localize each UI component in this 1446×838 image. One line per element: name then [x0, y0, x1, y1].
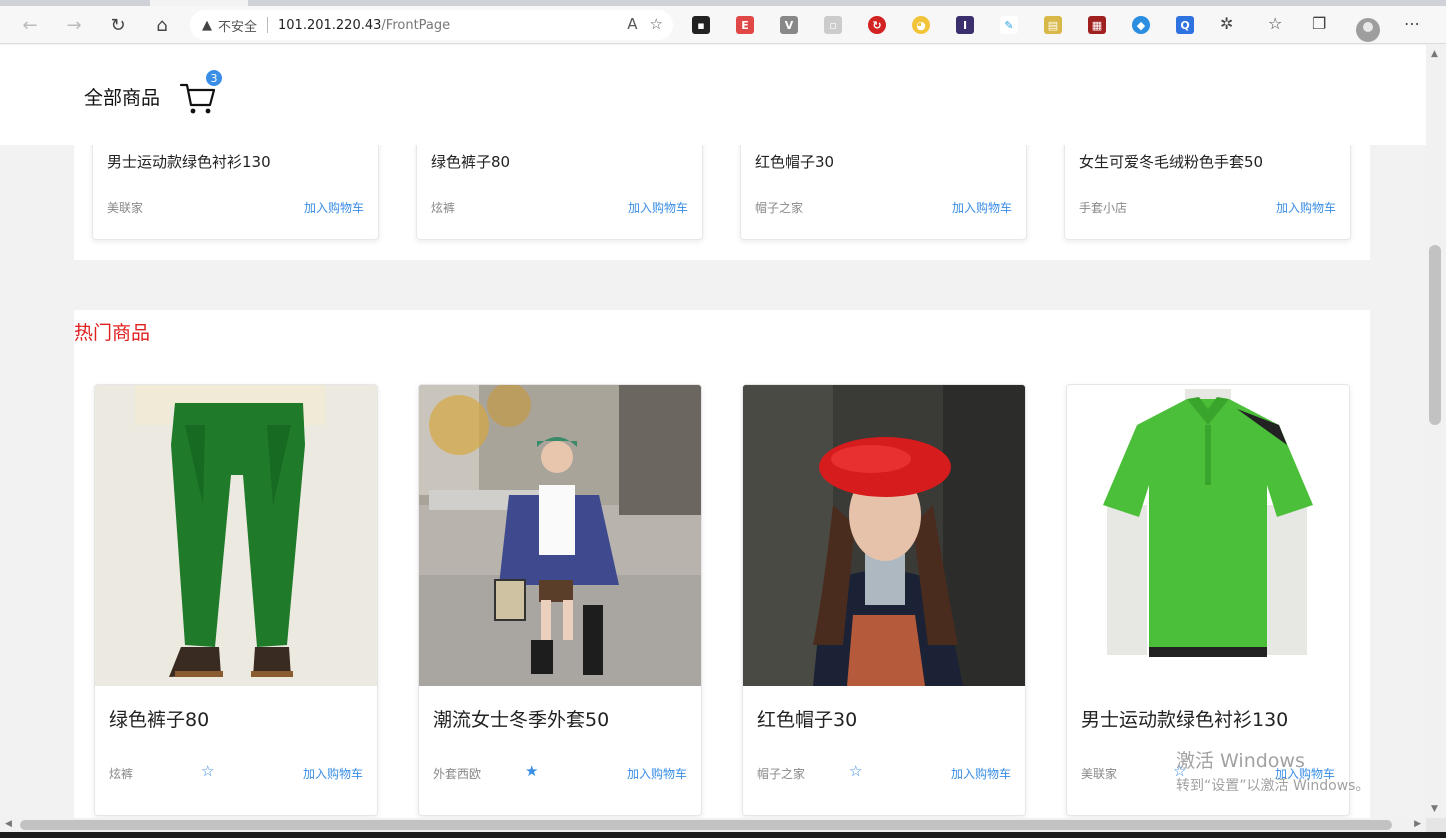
all-products-link[interactable]: 全部商品 [84, 83, 160, 110]
profile-avatar[interactable] [1356, 18, 1380, 42]
product-name[interactable]: 潮流女士冬季外套50 [433, 705, 609, 732]
add-to-cart-link[interactable]: 加入购物车 [1276, 199, 1336, 216]
extension-icon[interactable]: ✎ [1000, 16, 1018, 34]
product-image[interactable] [95, 385, 377, 686]
cart-count-badge: 3 [205, 69, 223, 87]
read-aloud-icon[interactable]: A [627, 15, 637, 33]
page-viewport: 男士运动款绿色衬衫130 美联家 加入购物车 绿色裤子80 炫裤 加入购物车 红… [0, 45, 1426, 818]
shop-name: 手套小店 [1079, 201, 1128, 215]
product-name[interactable]: 红色帽子30 [755, 151, 834, 172]
hot-product-card[interactable]: 潮流女士冬季外套50 外套西欧 ★ 加入购物车 [418, 384, 702, 816]
taskbar-edge [0, 832, 1446, 838]
address-bar[interactable]: ▲ 不安全 101.201.220.43/FrontPage A ☆ [190, 10, 673, 40]
scroll-up-icon[interactable]: ▲ [1431, 49, 1438, 59]
favorite-add-icon[interactable]: ☆ [650, 15, 663, 33]
warning-icon: ▲ [202, 17, 212, 33]
shop-name: 炫裤 [431, 201, 456, 215]
scroll-right-icon[interactable]: ▶ [1414, 819, 1421, 829]
extension-icon[interactable]: ↻ [868, 16, 886, 34]
shop-name: 美联家 [1081, 767, 1118, 781]
product-name[interactable]: 绿色裤子80 [109, 705, 209, 732]
favorite-star-icon[interactable]: ☆ [201, 762, 214, 780]
vertical-scroll-thumb[interactable] [1429, 245, 1441, 425]
product-name[interactable]: 女生可爱冬毛绒粉色手套50 [1079, 151, 1263, 172]
extension-icon[interactable]: ▪ [692, 16, 710, 34]
extension-icon[interactable]: ◆ [1132, 16, 1150, 34]
extension-icon[interactable]: V [780, 16, 798, 34]
extension-icon[interactable]: Q [1176, 16, 1194, 34]
favorite-star-icon[interactable]: ☆ [1173, 762, 1186, 780]
extension-icon[interactable]: I [956, 16, 974, 34]
vertical-scrollbar[interactable]: ▲ ▼ [1426, 45, 1446, 818]
back-icon[interactable]: ← [17, 12, 43, 38]
extension-icon[interactable]: E [736, 16, 754, 34]
favorite-star-icon[interactable]: ★ [525, 762, 538, 780]
hot-product-card[interactable]: 红色帽子30 帽子之家 ☆ 加入购物车 [742, 384, 1026, 816]
scroll-down-icon[interactable]: ▼ [1431, 804, 1438, 814]
product-image[interactable] [1067, 385, 1349, 686]
extension-icon[interactable]: ▤ [1044, 16, 1062, 34]
product-name[interactable]: 男士运动款绿色衬衫130 [107, 151, 271, 172]
shop-name: 美联家 [107, 201, 144, 215]
address-divider [267, 17, 269, 33]
security-label: 不安全 [218, 19, 258, 35]
add-to-cart-link[interactable]: 加入购物车 [952, 199, 1012, 216]
product-image[interactable] [419, 385, 701, 686]
add-to-cart-link[interactable]: 加入购物车 [628, 199, 688, 216]
browser-toolbar: ← → ↻ ⌂ ▲ 不安全 101.201.220.43/FrontPage A… [0, 6, 1446, 44]
hot-products-panel: 热门商品 绿色裤子80 炫裤 ☆ 加入购物车 潮流女士冬季外套50 外套西欧 ★… [74, 310, 1370, 818]
shop-name: 炫裤 [109, 767, 134, 781]
extension-icon[interactable]: ◕ [912, 16, 930, 34]
shop-name: 帽子之家 [757, 767, 806, 781]
shop-name: 帽子之家 [755, 201, 804, 215]
hot-product-card[interactable]: 男士运动款绿色衬衫130 美联家 ☆ 加入购物车 [1066, 384, 1350, 816]
extension-icon[interactable]: ▦ [1088, 16, 1106, 34]
favorite-star-icon[interactable]: ☆ [849, 762, 862, 780]
favorites-icon[interactable]: ☆ [1268, 14, 1282, 33]
collections-icon[interactable]: ❐ [1312, 14, 1326, 33]
refresh-icon[interactable]: ↻ [105, 12, 131, 38]
horizontal-scroll-thumb[interactable] [20, 820, 1392, 830]
hot-product-card[interactable]: 绿色裤子80 炫裤 ☆ 加入购物车 [94, 384, 378, 816]
more-menu-icon[interactable]: ⋯ [1404, 14, 1420, 33]
product-name[interactable]: 绿色裤子80 [431, 151, 510, 172]
add-to-cart-link[interactable]: 加入购物车 [1275, 765, 1335, 782]
url-path: /FrontPage [381, 17, 451, 33]
site-header: 全部商品 3 [0, 45, 1426, 145]
product-name[interactable]: 男士运动款绿色衬衫130 [1081, 705, 1288, 732]
url-host: 101.201.220.43 [278, 17, 382, 33]
add-to-cart-link[interactable]: 加入购物车 [627, 765, 687, 782]
add-to-cart-link[interactable]: 加入购物车 [303, 765, 363, 782]
scrollbar-corner [1426, 818, 1446, 832]
shop-name: 外套西欧 [433, 767, 482, 781]
extensions-puzzle-icon[interactable]: ✲ [1220, 14, 1233, 33]
horizontal-scrollbar[interactable]: ◀ ▶ [0, 818, 1426, 832]
extension-icon[interactable]: ▫ [824, 16, 842, 34]
add-to-cart-link[interactable]: 加入购物车 [304, 199, 364, 216]
add-to-cart-link[interactable]: 加入购物车 [951, 765, 1011, 782]
product-image[interactable] [743, 385, 1025, 686]
home-icon[interactable]: ⌂ [149, 12, 175, 38]
product-name[interactable]: 红色帽子30 [757, 705, 857, 732]
scroll-left-icon[interactable]: ◀ [5, 819, 12, 829]
hot-products-title: 热门商品 [74, 322, 151, 344]
forward-icon[interactable]: → [61, 12, 87, 38]
